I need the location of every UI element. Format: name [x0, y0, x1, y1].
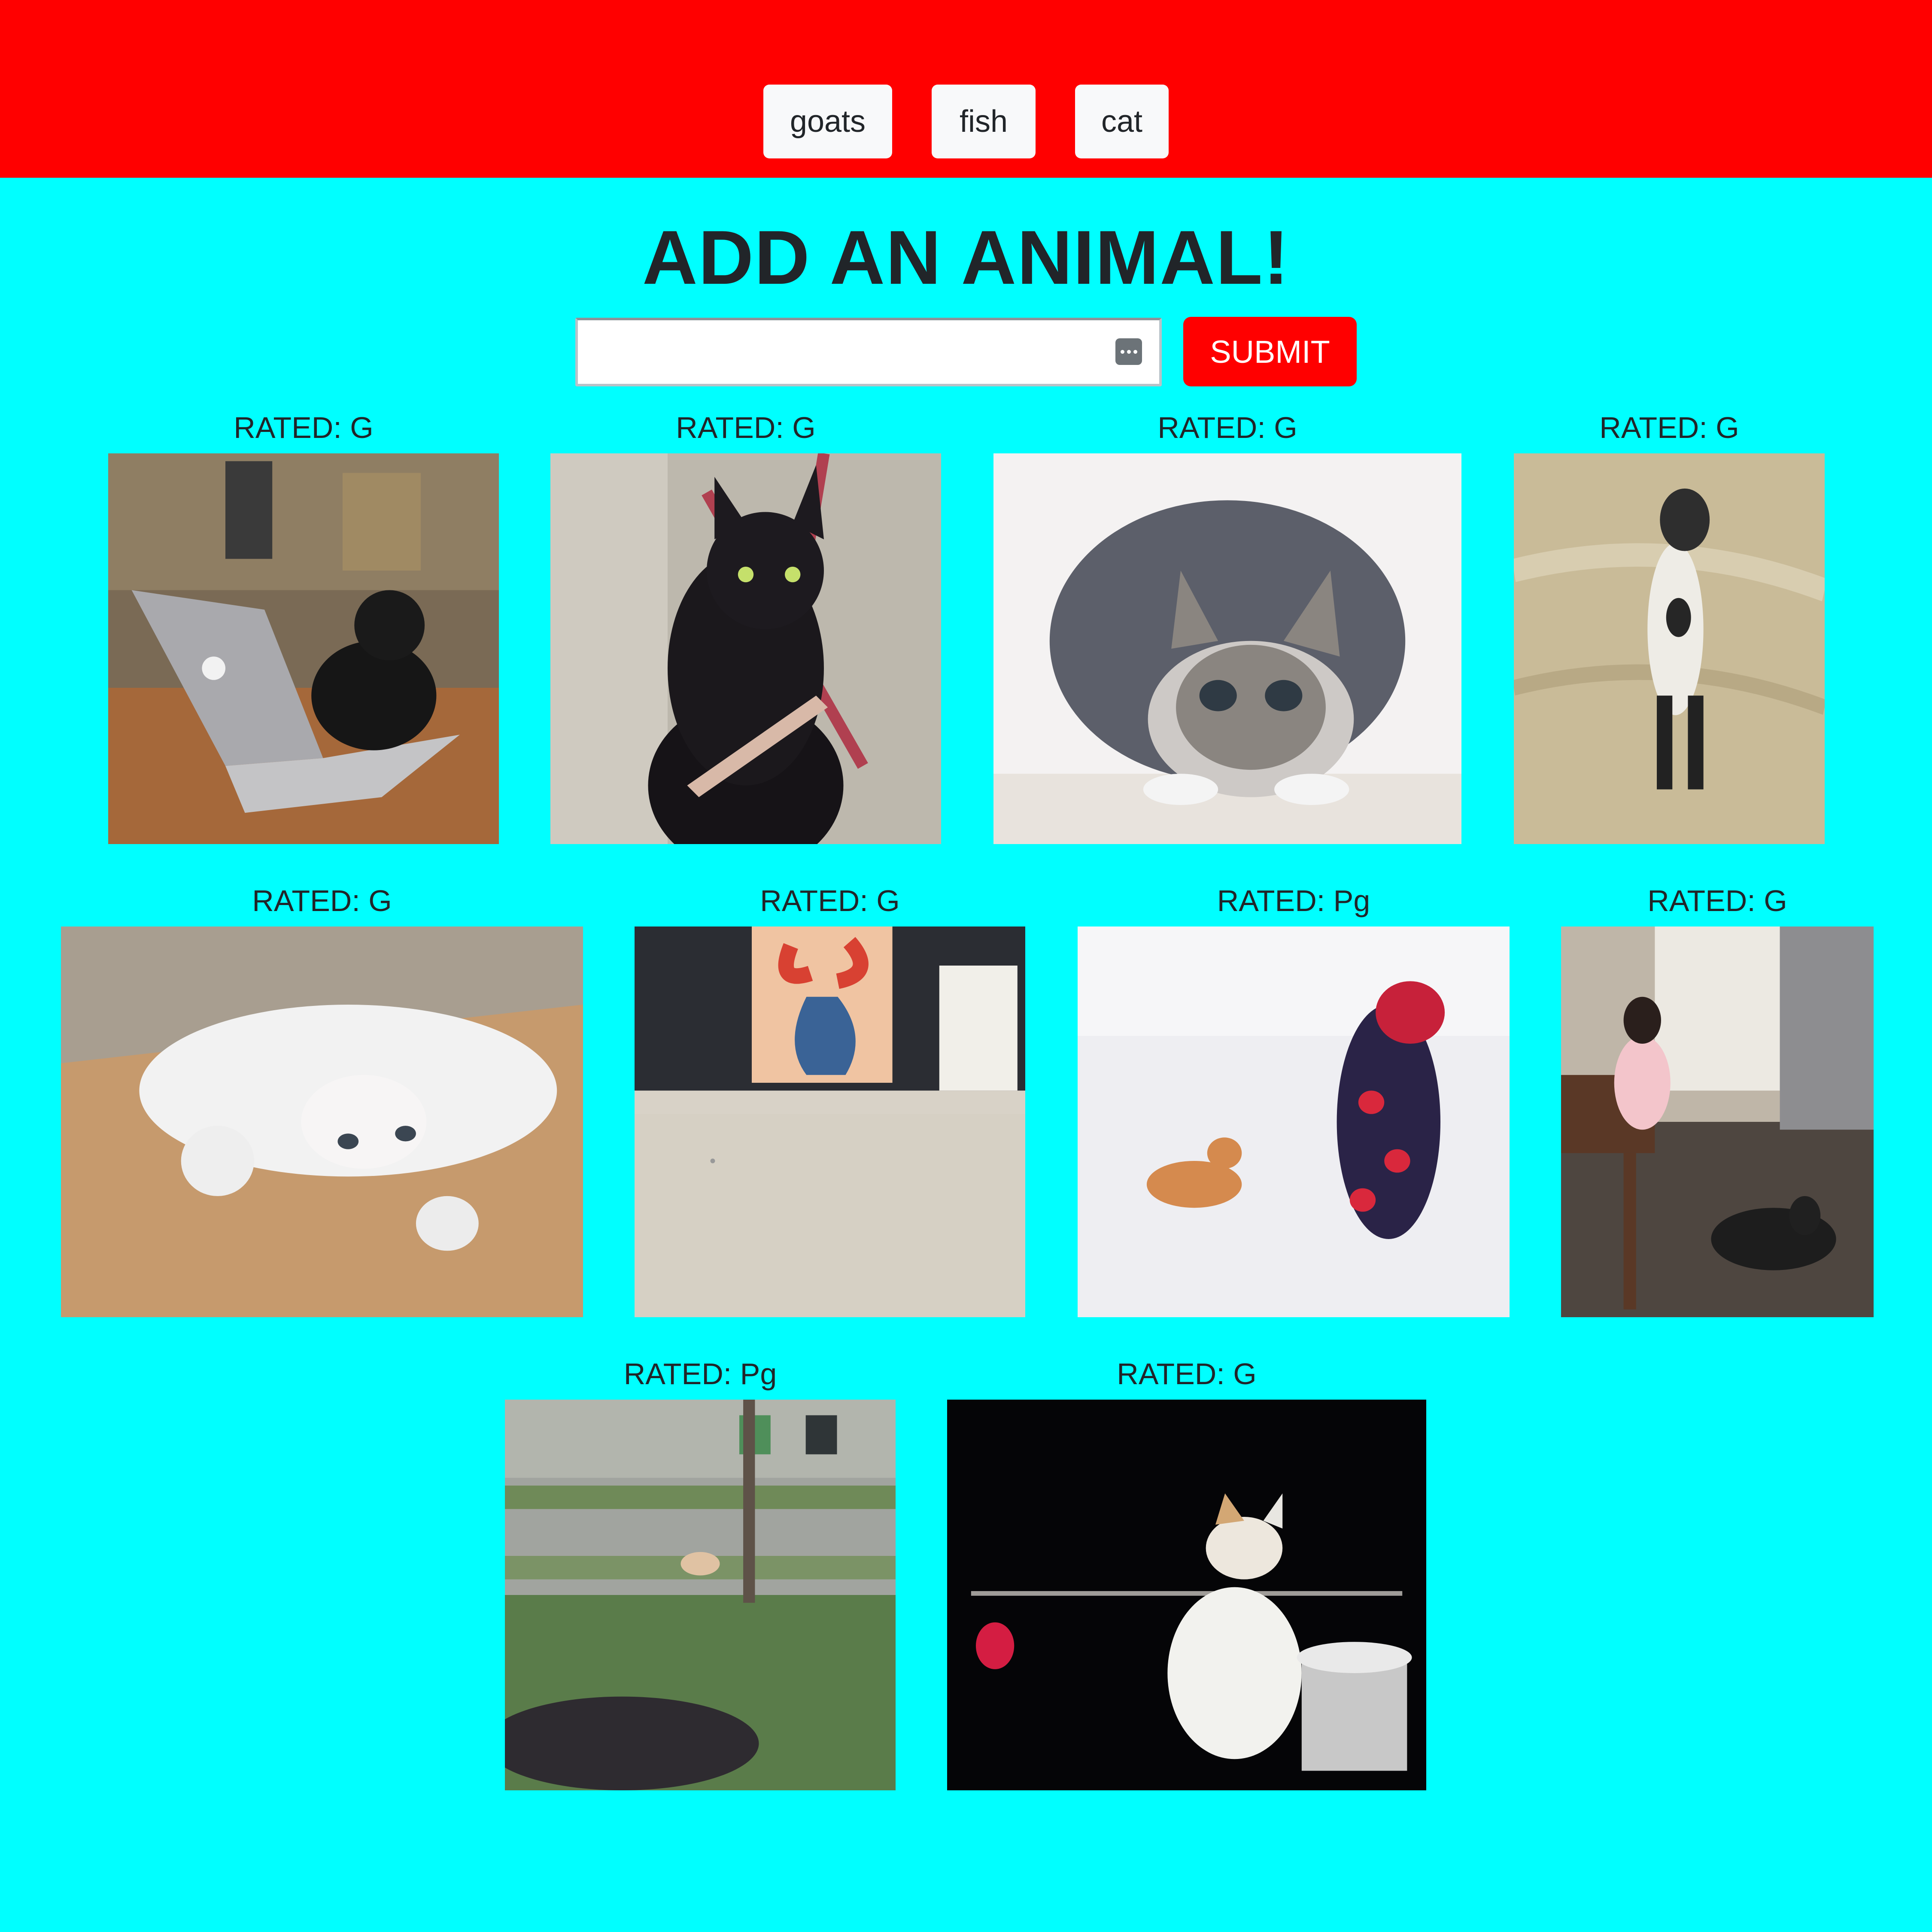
gif-image[interactable]: [947, 1400, 1426, 1790]
toddler-cat-picture: [1561, 927, 1874, 1317]
gif-rating-label: RATED: G: [1647, 884, 1787, 917]
gif-image[interactable]: [635, 927, 1025, 1317]
gif-image[interactable]: [1514, 453, 1825, 844]
submit-button[interactable]: SUBMIT: [1183, 317, 1357, 386]
gif-rating-label: RATED: Pg: [623, 1357, 777, 1391]
gif-rating-label: RATED: G: [252, 884, 392, 917]
gif-image[interactable]: [1561, 927, 1874, 1317]
topic-button-fish[interactable]: fish: [932, 85, 1036, 158]
room-espn-picture: [635, 927, 1025, 1317]
topic-button-cat[interactable]: cat: [1075, 85, 1169, 158]
tabby-cat-picture: [993, 453, 1461, 844]
standing-cat-picture: [1514, 453, 1825, 844]
animal-input[interactable]: [578, 320, 1159, 384]
cat-laptop-picture: [108, 453, 499, 844]
snow-child-cat-picture: [1078, 927, 1510, 1317]
gif-rating-label: RATED: G: [676, 411, 816, 444]
autofill-key-icon[interactable]: [1115, 338, 1142, 365]
topic-button-goats[interactable]: goats: [763, 85, 892, 158]
cat-nailfile-picture: [550, 453, 941, 844]
gif-rating-label: RATED: G: [760, 884, 900, 917]
gif-rating-label: RATED: G: [234, 411, 374, 444]
animal-input-field[interactable]: [575, 318, 1162, 386]
gif-rating-label: RATED: G: [1157, 411, 1297, 444]
gif-image[interactable]: [505, 1400, 896, 1790]
gif-rating-label: RATED: G: [1117, 1357, 1257, 1391]
gif-rating-label: RATED: Pg: [1217, 884, 1370, 917]
gif-image[interactable]: [61, 927, 583, 1317]
gif-rating-label: RATED: G: [1599, 411, 1739, 444]
cat-bucket-picture: [947, 1400, 1426, 1790]
topic-bar: goats fish cat: [0, 0, 1932, 178]
page-title: ADD AN ANIMAL!: [642, 215, 1290, 300]
white-kitten-picture: [61, 927, 583, 1317]
gif-image[interactable]: [1078, 927, 1510, 1317]
gif-image[interactable]: [108, 453, 499, 844]
gif-image[interactable]: [550, 453, 941, 844]
leaping-cat-picture: [505, 1400, 896, 1790]
gif-image[interactable]: [993, 453, 1461, 844]
